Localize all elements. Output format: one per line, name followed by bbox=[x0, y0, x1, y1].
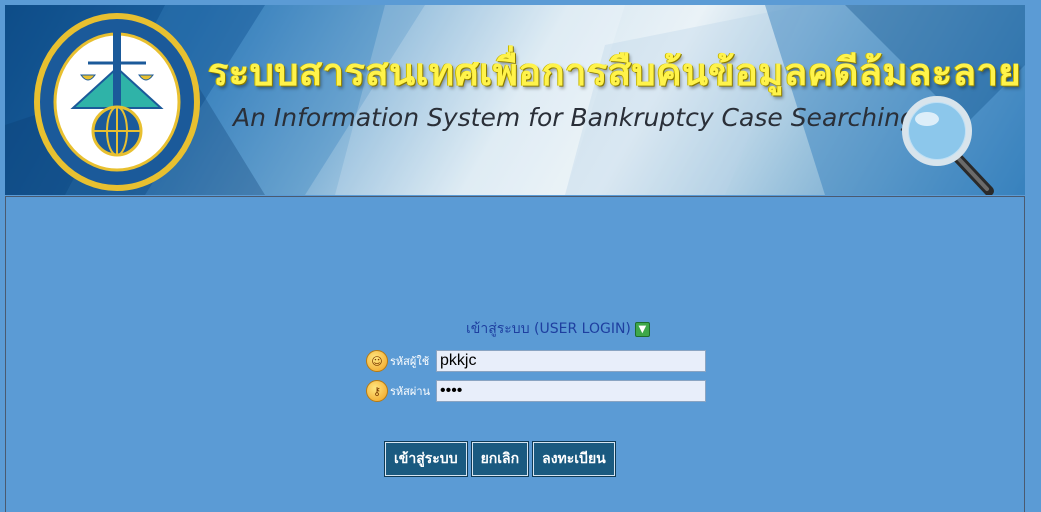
court-seal-icon bbox=[34, 13, 200, 191]
login-heading: เข้าสู่ระบบ (USER LOGIN) ▼ bbox=[466, 318, 650, 340]
password-label: รหัสผ่าน bbox=[390, 385, 431, 398]
password-row: ⚷ รหัสผ่าน bbox=[366, 378, 706, 404]
key-icon: ⚷ bbox=[366, 380, 388, 402]
banner-title-english: An Information System for Bankruptcy Cas… bbox=[233, 103, 916, 132]
user-icon: ☺ bbox=[366, 350, 388, 372]
arrow-down-icon: ▼ bbox=[634, 321, 650, 337]
header-banner: ระบบสารสนเทศเพื่อการสืบค้นข้อมูลคดีล้มละ… bbox=[5, 5, 1025, 195]
username-label: รหัสผู้ใช้ bbox=[390, 355, 430, 368]
banner-title-thai: ระบบสารสนเทศเพื่อการสืบค้นข้อมูลคดีล้มละ… bbox=[208, 50, 1022, 94]
login-button-group: เข้าสู่ระบบ ยกเลิก ลงทะเบียน bbox=[384, 441, 616, 477]
password-input[interactable] bbox=[436, 380, 706, 402]
login-heading-text: เข้าสู่ระบบ (USER LOGIN) bbox=[466, 321, 631, 337]
login-page: ระบบสารสนเทศเพื่อการสืบค้นข้อมูลคดีล้มละ… bbox=[0, 0, 1041, 512]
magnifier-icon bbox=[902, 96, 994, 195]
login-button[interactable]: เข้าสู่ระบบ bbox=[384, 441, 468, 477]
username-input[interactable] bbox=[436, 350, 706, 372]
cancel-button[interactable]: ยกเลิก bbox=[470, 441, 530, 477]
username-row: ☺ รหัสผู้ใช้ bbox=[366, 348, 706, 374]
register-button[interactable]: ลงทะเบียน bbox=[532, 441, 616, 477]
